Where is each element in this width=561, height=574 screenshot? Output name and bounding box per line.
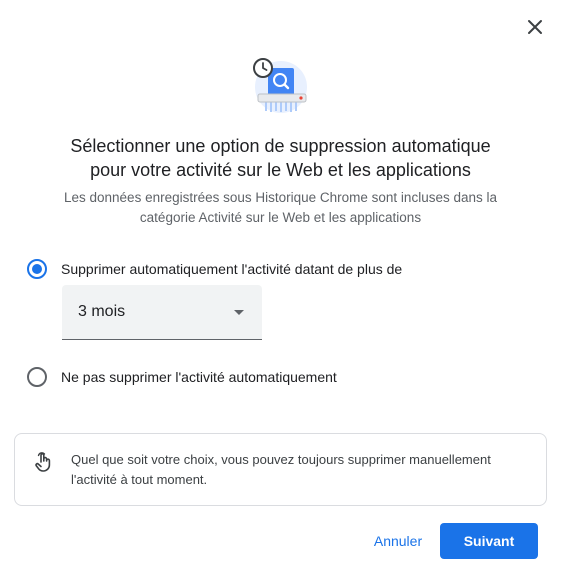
dialog-title: Sélectionner une option de suppression a… (20, 134, 541, 182)
dialog-subtitle: Les données enregistrées sous Historique… (40, 188, 521, 228)
radio-selected-dot (32, 264, 42, 274)
dropdown-arrow-icon (234, 310, 244, 315)
close-button[interactable] (520, 12, 550, 42)
duration-select-value: 3 mois (78, 303, 126, 320)
cancel-button[interactable]: Annuler (362, 523, 434, 559)
subtitle-line-2: catégorie Activité sur le Web et les app… (139, 210, 422, 225)
radio-auto-delete[interactable] (27, 259, 47, 279)
hand-pointer-icon (35, 452, 51, 472)
history-search-shredder-illustration (253, 58, 307, 113)
next-button[interactable]: Suivant (440, 523, 538, 559)
info-text: Quel que soit votre choix, vous pouvez t… (71, 450, 531, 490)
subtitle-line-1: Les données enregistrées sous Historique… (64, 190, 497, 205)
option-no-delete-label: Ne pas supprimer l'activité automatiquem… (61, 369, 337, 385)
info-box: Quel que soit votre choix, vous pouvez t… (14, 433, 547, 506)
close-icon (528, 20, 542, 34)
duration-select[interactable]: 3 mois (62, 285, 262, 340)
info-text-line-1: Quel que soit votre choix, vous pouvez t… (71, 452, 491, 467)
option-no-delete[interactable]: Ne pas supprimer l'activité automatiquem… (27, 367, 337, 387)
auto-delete-dialog: Sélectionner une option de suppression a… (0, 0, 561, 574)
title-line-2: pour votre activité sur le Web et les ap… (90, 160, 471, 180)
option-auto-delete-label: Supprimer automatiquement l'activité dat… (61, 261, 403, 277)
option-auto-delete[interactable]: Supprimer automatiquement l'activité dat… (27, 259, 402, 279)
radio-no-delete[interactable] (27, 367, 47, 387)
title-line-1: Sélectionner une option de suppression a… (70, 136, 491, 156)
info-text-line-2: l'activité à tout moment. (71, 472, 208, 487)
